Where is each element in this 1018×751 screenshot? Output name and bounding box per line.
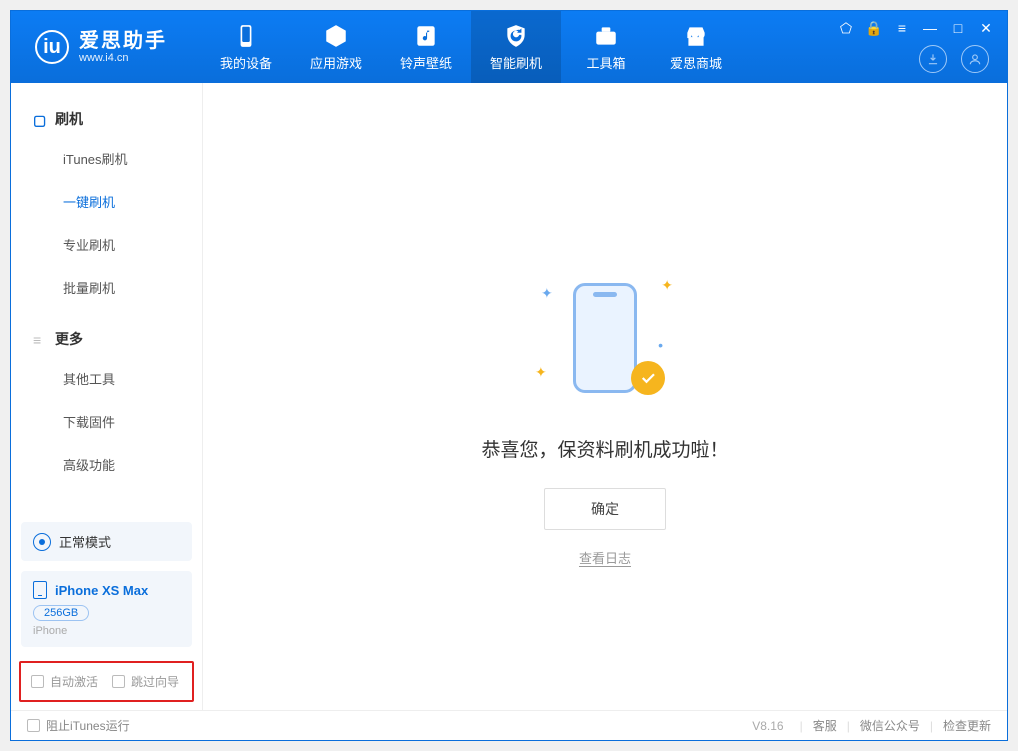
sidebar-group-more: ≡ 更多: [11, 321, 202, 357]
separator: |: [930, 719, 933, 733]
sidebar-device-block: 正常模式 iPhone XS Max 256GB iPhone: [11, 514, 202, 655]
device-icon: ▢: [33, 112, 47, 126]
sidebar-item-download-firmware[interactable]: 下载固件: [11, 400, 202, 443]
ok-button[interactable]: 确定: [544, 488, 666, 530]
sidebar-group-title: 更多: [55, 329, 83, 349]
brand-url: www.i4.cn: [79, 52, 167, 64]
sparkle-icon: ✦: [541, 285, 553, 302]
sparkle-icon: •: [658, 337, 663, 353]
tab-label: 应用游戏: [310, 53, 362, 72]
checkbox-label: 跳过向导: [131, 673, 179, 690]
lock-icon[interactable]: 🔒: [865, 19, 883, 37]
body: ▢ 刷机 iTunes刷机 一键刷机 专业刷机 批量刷机 ≡ 更多 其他工具 下…: [11, 83, 1007, 710]
footer-right: V8.16 | 客服 | 微信公众号 | 检查更新: [752, 717, 991, 734]
device-name: iPhone XS Max: [55, 583, 148, 598]
main-tabs: 我的设备 应用游戏 铃声壁纸 智能刷机 工具箱 爱思商城: [201, 11, 741, 83]
checkbox-icon: [27, 719, 40, 732]
tab-store[interactable]: 爱思商城: [651, 11, 741, 83]
sidebar-item-advanced[interactable]: 高级功能: [11, 443, 202, 486]
tab-label: 工具箱: [586, 53, 625, 72]
maximize-button[interactable]: □: [949, 19, 967, 37]
sidebar-bottom-options: 自动激活 跳过向导: [19, 661, 194, 702]
device-capacity: 256GB: [33, 605, 89, 621]
checkbox-skip-guide[interactable]: 跳过向导: [112, 673, 179, 690]
tab-smart-flash[interactable]: 智能刷机: [471, 11, 561, 83]
sidebar-group-flash: ▢ 刷机: [11, 101, 202, 137]
checkbox-block-itunes[interactable]: 阻止iTunes运行: [27, 717, 130, 734]
success-check-icon: [631, 361, 665, 395]
header: iu 爱思助手 www.i4.cn 我的设备 应用游戏 铃声壁纸 智能刷机: [11, 11, 1007, 83]
sidebar-item-oneclick-flash[interactable]: 一键刷机: [11, 180, 202, 223]
app-window: iu 爱思助手 www.i4.cn 我的设备 应用游戏 铃声壁纸 智能刷机: [10, 10, 1008, 741]
brand: iu 爱思助手 www.i4.cn: [11, 30, 201, 64]
window-controls: ⬠ 🔒 ≡ — □ ✕: [837, 19, 995, 37]
device-type: iPhone: [33, 625, 180, 637]
device-info-box[interactable]: iPhone XS Max 256GB iPhone: [21, 571, 192, 647]
checkbox-auto-activate[interactable]: 自动激活: [31, 673, 98, 690]
tab-label: 爱思商城: [670, 53, 722, 72]
sparkle-icon: ✦: [535, 364, 547, 381]
close-button[interactable]: ✕: [977, 19, 995, 37]
view-log-link[interactable]: 查看日志: [579, 548, 631, 567]
toolbox-icon: [593, 23, 619, 49]
tab-label: 我的设备: [220, 53, 272, 72]
mode-indicator-icon: [33, 533, 51, 551]
list-icon: ≡: [33, 332, 47, 346]
tab-label: 铃声壁纸: [400, 53, 452, 72]
footer-link-support[interactable]: 客服: [813, 717, 837, 734]
brand-title: 爱思助手: [79, 30, 167, 52]
store-icon: [683, 23, 709, 49]
shirt-icon[interactable]: ⬠: [837, 19, 855, 37]
footer: 阻止iTunes运行 V8.16 | 客服 | 微信公众号 | 检查更新: [11, 710, 1007, 740]
sidebar-item-pro-flash[interactable]: 专业刷机: [11, 223, 202, 266]
checkbox-icon: [112, 675, 125, 688]
phone-icon: [233, 23, 259, 49]
sidebar-item-batch-flash[interactable]: 批量刷机: [11, 266, 202, 309]
brand-logo-icon: iu: [35, 30, 69, 64]
menu-icon[interactable]: ≡: [893, 19, 911, 37]
footer-link-update[interactable]: 检查更新: [943, 717, 991, 734]
checkbox-label: 阻止iTunes运行: [46, 717, 130, 734]
tab-ringtones-wallpapers[interactable]: 铃声壁纸: [381, 11, 471, 83]
device-mode-label: 正常模式: [59, 532, 111, 551]
minimize-button[interactable]: —: [921, 19, 939, 37]
sparkle-icon: ✦: [661, 277, 673, 294]
download-icon[interactable]: [919, 45, 947, 73]
main-content: ✦ ✦ ✦ • 恭喜您，保资料刷机成功啦！ 确定 查看日志: [203, 83, 1007, 710]
tab-label: 智能刷机: [490, 53, 542, 72]
cube-icon: [323, 23, 349, 49]
success-message: 恭喜您，保资料刷机成功啦！: [481, 435, 728, 462]
checkbox-icon: [31, 675, 44, 688]
sidebar-item-other-tools[interactable]: 其他工具: [11, 357, 202, 400]
device-phone-icon: [33, 581, 47, 599]
tab-my-device[interactable]: 我的设备: [201, 11, 291, 83]
sidebar: ▢ 刷机 iTunes刷机 一键刷机 专业刷机 批量刷机 ≡ 更多 其他工具 下…: [11, 83, 203, 710]
sidebar-item-itunes-flash[interactable]: iTunes刷机: [11, 137, 202, 180]
device-mode-box[interactable]: 正常模式: [21, 522, 192, 561]
separator: |: [800, 719, 803, 733]
checkbox-label: 自动激活: [50, 673, 98, 690]
separator: |: [847, 719, 850, 733]
footer-link-wechat[interactable]: 微信公众号: [860, 717, 920, 734]
sidebar-group-title: 刷机: [55, 109, 83, 129]
user-icon[interactable]: [961, 45, 989, 73]
success-illustration: ✦ ✦ ✦ •: [535, 273, 675, 403]
tab-toolbox[interactable]: 工具箱: [561, 11, 651, 83]
music-note-icon: [413, 23, 439, 49]
shield-refresh-icon: [503, 23, 529, 49]
tab-apps-games[interactable]: 应用游戏: [291, 11, 381, 83]
version-label: V8.16: [752, 719, 783, 733]
header-action-circles: [919, 45, 989, 73]
phone-outline-icon: [573, 283, 637, 393]
